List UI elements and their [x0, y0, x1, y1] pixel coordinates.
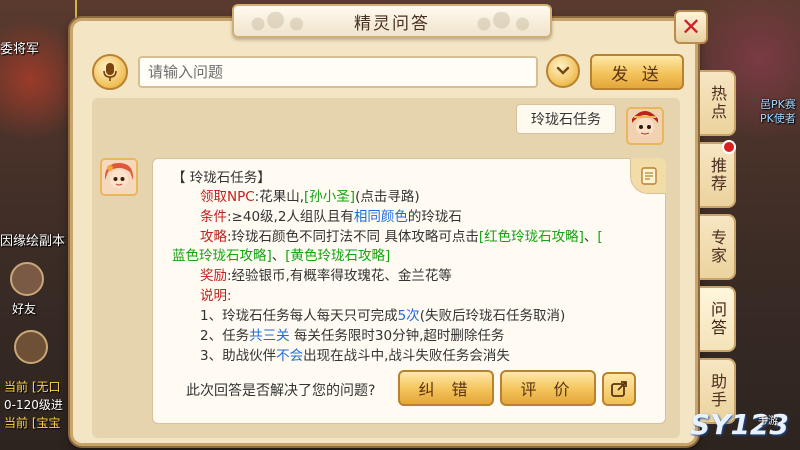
red-stone-guide-link[interactable]: [红色玲珑石攻略] [479, 229, 584, 245]
note-highlight: 5次 [397, 308, 420, 324]
user-message-bubble: 玲珑石任务 [516, 104, 616, 134]
send-button[interactable]: 发 送 [590, 54, 684, 90]
chat-channel: 当前 [4, 380, 29, 394]
rate-button[interactable]: 评 价 [500, 370, 596, 406]
reward-label: 奖励 [200, 268, 227, 284]
tab-recommend-label: 推荐 [708, 157, 727, 193]
friend-icon[interactable] [10, 262, 44, 296]
npc-label: 领取NPC [200, 189, 255, 205]
blue-stone-guide-link[interactable]: 蓝色玲珑石攻略] [172, 248, 272, 264]
scroll-icon[interactable] [630, 158, 666, 194]
strategy-text: :玲珑石颜色不同打法不同 具体攻略可点击 [227, 229, 479, 245]
dialog-title: 精灵问答 [354, 13, 430, 34]
note-label: 说明 [200, 288, 227, 304]
answer-strategy-line: 攻略:玲珑石颜色不同打法不同 具体攻略可点击[红色玲珑石攻略]、[ [200, 225, 603, 245]
friend-label: 好友 [12, 302, 37, 316]
strategy-label: 攻略 [200, 229, 227, 245]
share-icon [611, 381, 627, 397]
chat-text: [宝宝 [31, 416, 61, 430]
note-highlight: 共三关 [249, 328, 290, 344]
reward-text: :经验银币,有概率得玫瑰花、金兰花等 [227, 268, 452, 284]
answer-npc-line: 领取NPC:花果山,[孙小圣](点击寻路) [200, 185, 420, 205]
tab-qa-label: 问答 [708, 301, 727, 337]
voice-input-button[interactable] [92, 54, 128, 90]
link-bracket[interactable]: [ [597, 229, 602, 245]
tab-expert-label: 专家 [708, 229, 727, 265]
feedback-question: 此次回答是否解决了您的问题? [186, 383, 376, 399]
note-text-end: (失败后玲珑石任务取消) [419, 308, 566, 324]
tab-hot-label: 热点 [708, 85, 727, 121]
chat-text: 0-120级进 [4, 398, 63, 412]
note-text: 2、任务 [200, 328, 250, 344]
close-icon: ✕ [680, 13, 702, 41]
chevron-down-icon [556, 66, 570, 75]
share-button[interactable] [602, 372, 636, 406]
question-input[interactable] [138, 56, 538, 88]
chat-icon[interactable] [14, 330, 48, 364]
chat-channel: 当前 [4, 416, 29, 430]
answer-note-heading: 说明: [200, 284, 232, 304]
site-watermark-sub: 手游 [758, 416, 778, 427]
answer-condition-line: 条件:≥40级,2人组队且有相同颜色的玲珑石 [200, 205, 462, 225]
answer-heading: 【 玲珑石任务】 [172, 170, 271, 186]
note-text: 3、助战伙伴 [200, 348, 277, 364]
note-text-end: 出现在战斗中,战斗失败任务会消失 [303, 348, 510, 364]
condition-text: :≥40级,2人组队且有 [227, 209, 354, 225]
npc-link[interactable]: [孙小圣] [304, 189, 355, 205]
npc-value: :花果山, [254, 189, 305, 205]
cloud-ornament [470, 12, 540, 32]
bg-label-dungeon: 因缘绘副本 [0, 234, 66, 249]
chat-line: 当前 [宝宝 [4, 414, 61, 431]
answer-note-1: 1、玲珑石任务每人每天只可完成5次(失败后玲珑石任务取消) [200, 304, 565, 324]
microphone-icon [103, 63, 117, 81]
bg-label-general: 委将军 [0, 42, 40, 57]
note-text-end: 每关任务限时30分钟,超时删除任务 [289, 328, 505, 344]
condition-highlight: 相同颜色 [353, 209, 408, 225]
chat-line: 当前 [无口 [4, 378, 61, 395]
close-button[interactable]: ✕ [674, 10, 708, 44]
tab-qa[interactable]: 问答 [700, 286, 736, 352]
cloud-ornament [244, 12, 314, 32]
condition-label: 条件 [200, 209, 227, 225]
history-dropdown-button[interactable] [546, 54, 580, 88]
notification-dot [722, 140, 736, 154]
user-avatar [626, 107, 664, 145]
chat-line: 0-120级进 [4, 396, 63, 413]
answer-note-3: 3、助战伙伴不会出现在战斗中,战斗失败任务会消失 [200, 344, 510, 364]
tab-assistant-label: 助手 [708, 373, 727, 409]
npc-hint: (点击寻路) [355, 189, 420, 205]
separator: 、 [271, 248, 286, 264]
bg-label-pk-envoy: PK使者 [760, 112, 796, 125]
note-text: 1、玲珑石任务每人每天只可完成 [200, 308, 398, 324]
answer-reward-line: 奖励:经验银币,有概率得玫瑰花、金兰花等 [200, 264, 452, 284]
yellow-stone-guide-link[interactable]: [黄色玲珑石攻略] [285, 248, 390, 264]
condition-text-end: 的玲珑石 [407, 209, 462, 225]
npc-avatar [100, 158, 138, 196]
report-error-button[interactable]: 纠 错 [398, 370, 494, 406]
answer-strategy-line-2: 蓝色玲珑石攻略]、[黄色玲珑石攻略] [172, 244, 390, 264]
separator: 、 [583, 229, 598, 245]
answer-note-2: 2、任务共三关 每关任务限时30分钟,超时删除任务 [200, 324, 504, 344]
tab-hot[interactable]: 热点 [700, 70, 736, 136]
chat-text: [无口 [31, 380, 61, 394]
note-colon: : [227, 288, 232, 304]
note-highlight: 不会 [276, 348, 304, 364]
dialog-title-bar: 精灵问答 [232, 4, 552, 38]
tab-expert[interactable]: 专家 [700, 214, 736, 280]
